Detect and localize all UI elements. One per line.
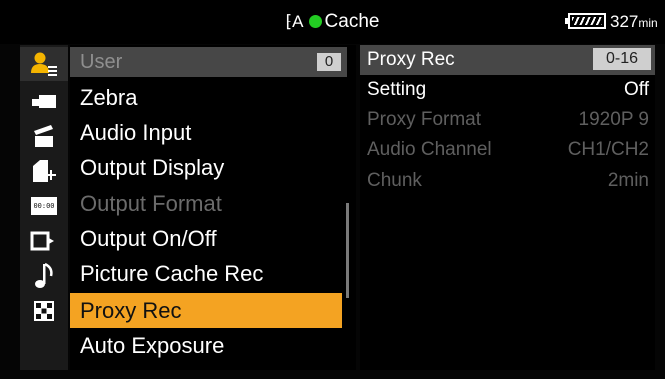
- detail-value: CH1/CH2: [567, 139, 649, 160]
- status-indicator-icon: [308, 15, 322, 28]
- status-bar: ⁅A Cache 327min: [0, 0, 665, 44]
- system-grid-icon[interactable]: [20, 294, 68, 328]
- menu-item-zebra[interactable]: Zebra: [70, 80, 342, 115]
- media-card-icon[interactable]: [20, 154, 68, 188]
- menu-header: User 0: [70, 47, 347, 77]
- menu-category-sidebar: 00:00: [20, 45, 68, 370]
- detail-value: 2min: [607, 170, 649, 191]
- camera-cache-icon: ⁅A: [285, 12, 304, 31]
- menu-list: User 0 Zebra Audio Input Output Display …: [70, 45, 356, 370]
- menu-item-auto-exposure[interactable]: Auto Exposure: [70, 328, 342, 363]
- remaining-time: 327min: [610, 10, 658, 35]
- menu-header-number: 0: [317, 53, 341, 71]
- detail-row-chunk[interactable]: Chunk 2min: [360, 166, 655, 196]
- menu-scrollbar[interactable]: [346, 203, 349, 298]
- camera-icon[interactable]: [20, 84, 68, 118]
- menu-item-output-display[interactable]: Output Display: [70, 150, 342, 185]
- menu-item-output-on-off[interactable]: Output On/Off: [70, 221, 342, 256]
- menu-item-proxy-rec[interactable]: Proxy Rec: [70, 293, 342, 328]
- menu-item-picture-cache-rec[interactable]: Picture Cache Rec: [70, 256, 342, 291]
- menu-item-audio-input[interactable]: Audio Input: [70, 115, 342, 150]
- detail-key: Setting: [367, 79, 427, 100]
- output-icon[interactable]: [20, 224, 68, 258]
- user-menu-icon[interactable]: [20, 47, 68, 81]
- remaining-value: 327: [610, 12, 639, 31]
- detail-value: 1920P 9: [578, 109, 649, 130]
- detail-header: Proxy Rec 0-16: [360, 45, 655, 75]
- clapper-icon[interactable]: [20, 119, 68, 153]
- detail-value: Off: [624, 79, 649, 100]
- menu-header-label: User: [80, 51, 123, 73]
- svg-text:00:00: 00:00: [33, 202, 54, 210]
- remaining-unit: min: [638, 16, 658, 30]
- detail-row-audio-channel[interactable]: Audio Channel CH1/CH2: [360, 135, 655, 165]
- mode-title: Cache: [324, 11, 380, 32]
- detail-panel: Proxy Rec 0-16 Setting Off Proxy Format …: [360, 45, 655, 370]
- detail-title: Proxy Rec: [367, 49, 455, 70]
- detail-key: Chunk: [367, 170, 422, 191]
- detail-page-range: 0-16: [593, 48, 651, 70]
- menu-item-output-format[interactable]: Output Format: [70, 186, 342, 221]
- detail-key: Proxy Format: [367, 109, 482, 130]
- audio-note-icon[interactable]: [20, 259, 68, 293]
- timecode-icon[interactable]: 00:00: [20, 189, 68, 223]
- detail-row-setting[interactable]: Setting Off: [360, 75, 655, 105]
- detail-key: Audio Channel: [367, 139, 492, 160]
- detail-row-proxy-format[interactable]: Proxy Format 1920P 9: [360, 105, 655, 135]
- battery-icon: [565, 13, 606, 29]
